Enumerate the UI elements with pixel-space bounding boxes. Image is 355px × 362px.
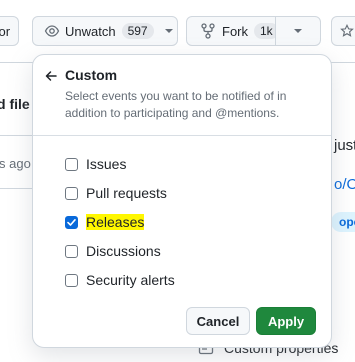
arrow-left-icon[interactable] (43, 68, 59, 84)
watch-count: 597 (121, 23, 154, 39)
star-button[interactable] (331, 16, 355, 46)
option-label: Pull requests (86, 185, 167, 201)
unwatch-button[interactable]: Unwatch 597 (32, 16, 178, 46)
fork-icon (201, 23, 215, 39)
security-alerts-checkbox[interactable] (65, 273, 78, 287)
about-link-fragment[interactable]: o/Op (334, 176, 355, 193)
fork-label: Fork (222, 23, 248, 39)
option-releases[interactable]: Releases (65, 212, 145, 232)
releases-checkbox[interactable] (65, 215, 78, 229)
option-discussions[interactable]: Discussions (65, 241, 161, 261)
watch-custom-menu: Custom Select events you want to be noti… (32, 54, 332, 348)
cancel-button[interactable]: Cancel (186, 307, 250, 335)
pull-requests-checkbox[interactable] (65, 186, 78, 200)
issues-checkbox[interactable] (65, 157, 78, 171)
about-text-fragment: just (334, 137, 355, 154)
option-label: Releases (86, 214, 145, 230)
menu-header: Custom Select events you want to be noti… (33, 55, 331, 136)
menu-description: Select events you want to be notified of… (65, 89, 287, 120)
option-security-alerts[interactable]: Security alerts (65, 270, 175, 290)
option-issues[interactable]: Issues (65, 154, 126, 174)
unwatch-label: Unwatch (65, 23, 116, 39)
discussions-checkbox[interactable] (65, 244, 78, 258)
chevron-down-icon (293, 28, 303, 34)
star-icon (340, 24, 354, 38)
file-list-divider (0, 188, 32, 189)
fork-dropdown-button[interactable] (275, 16, 321, 46)
add-file-fragment[interactable]: d file (0, 96, 30, 112)
option-label: Discussions (86, 243, 161, 259)
option-pull-requests[interactable]: Pull requests (65, 183, 167, 203)
chevron-down-icon (164, 28, 174, 34)
option-label: Issues (86, 156, 127, 172)
timestamp-fragment: s ago (0, 156, 31, 171)
fork-button[interactable]: Fork 1k (186, 16, 279, 46)
sponsor-button[interactable]: sor (0, 16, 19, 46)
sponsor-button-label: sor (0, 23, 11, 39)
topic-pill[interactable]: ope (331, 212, 355, 232)
check-icon (67, 218, 76, 226)
apply-button[interactable]: Apply (256, 307, 316, 335)
file-list-divider (0, 135, 32, 136)
eye-icon (44, 23, 60, 39)
menu-title: Custom (65, 67, 118, 83)
option-label: Security alerts (86, 272, 175, 288)
